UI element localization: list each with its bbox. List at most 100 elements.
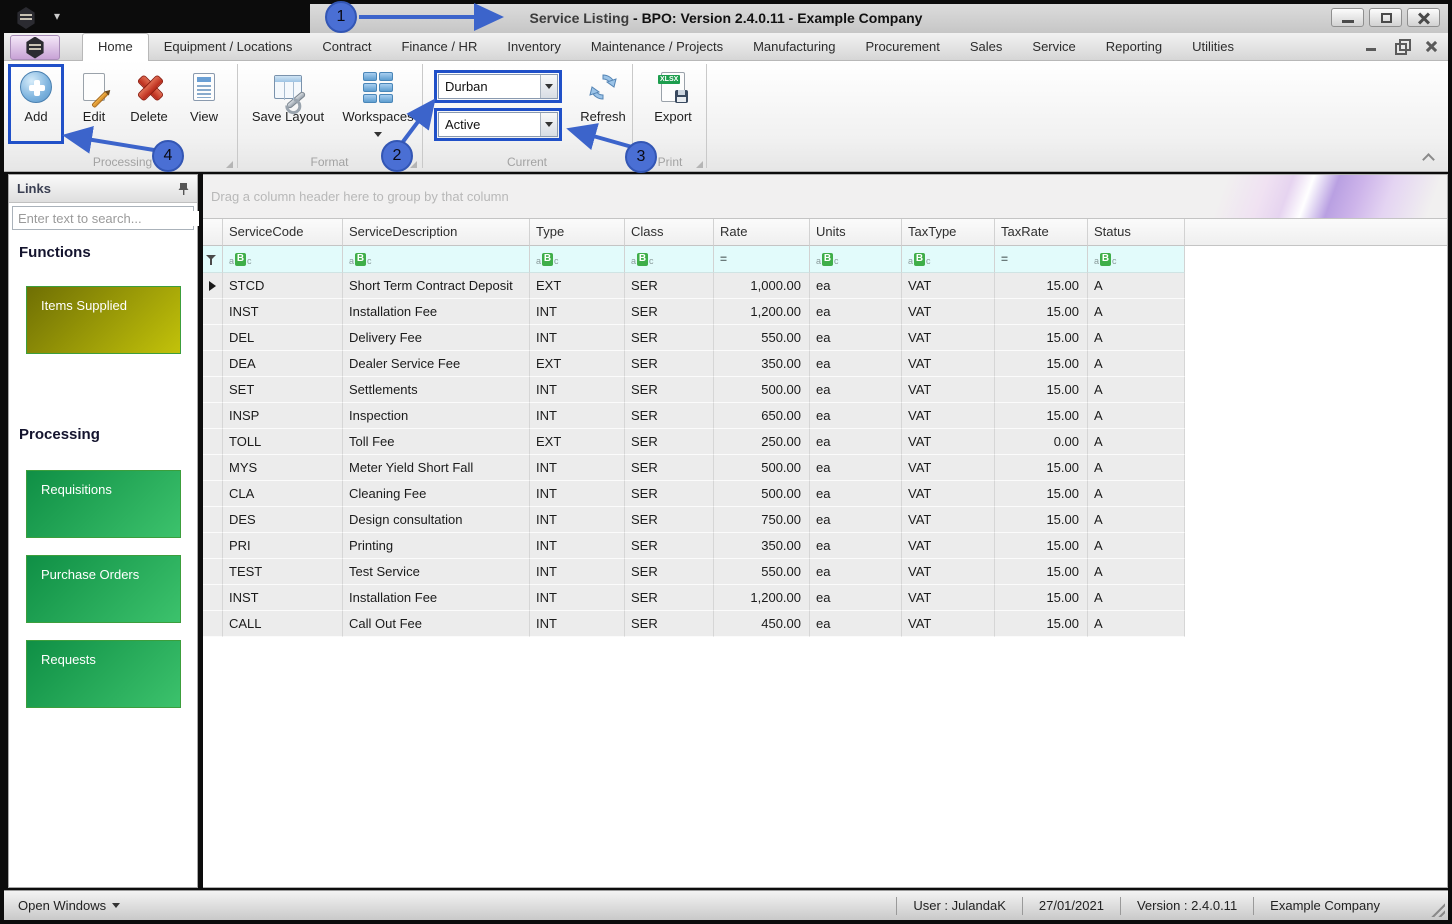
tab-manufacturing[interactable]: Manufacturing [738,33,850,61]
pin-icon[interactable] [178,182,189,195]
tab-reporting[interactable]: Reporting [1091,33,1177,61]
cell-servicedescription: Design consultation [343,507,530,533]
minimize-button[interactable] [1331,8,1364,27]
cell-units: ea [810,325,902,351]
filter-cell-class[interactable]: aBc [625,246,714,273]
table-row[interactable]: CLA Cleaning Fee INT SER 500.00 ea VAT 15.00 A [203,481,1447,507]
filter-cell-taxtype[interactable]: aBc [902,246,995,273]
group-by-bar[interactable]: Drag a column header here to group by th… [203,175,1447,219]
tab-service[interactable]: Service [1017,33,1090,61]
document-restore-icon[interactable] [1394,39,1411,55]
table-row[interactable]: DES Design consultation INT SER 750.00 ea VAT 1… [203,507,1447,533]
filter-filler [1185,246,1447,273]
row-filler [1185,377,1447,403]
sidebar-button-items-supplied[interactable]: Items Supplied [26,286,181,354]
tab-utilities[interactable]: Utilities [1177,33,1249,61]
filter-cell-type[interactable]: aBc [530,246,625,273]
abc-filter-icon: aBc [908,252,931,266]
row-filler [1185,351,1447,377]
tab-equipment-locations[interactable]: Equipment / Locations [149,33,308,61]
cell-servicecode: MYS [223,455,343,481]
window-title-page: Service Listing [529,10,630,26]
refresh-button[interactable]: Refresh [572,68,634,124]
cell-rate: 450.00 [714,611,810,637]
sidebar-button-purchase-orders[interactable]: Purchase Orders [26,555,181,623]
cell-rate: 550.00 [714,559,810,585]
cell-type: INT [530,325,625,351]
group-label-processing: Processing [92,155,153,169]
tab-procurement[interactable]: Procurement [850,33,954,61]
table-row[interactable]: STCD Short Term Contract Deposit EXT SER 1,0… [203,273,1447,299]
tab-home[interactable]: Home [82,33,149,61]
close-button[interactable] [1407,8,1440,27]
document-close-icon[interactable] [1424,39,1438,53]
table-row[interactable]: TOLL Toll Fee EXT SER 250.00 ea VAT 0.00 A [203,429,1447,455]
open-windows-button[interactable]: Open Windows [18,898,120,913]
save-layout-icon [274,75,307,110]
application-menu-button[interactable] [10,35,60,60]
view-button[interactable]: View [180,68,228,124]
filter-cell-status[interactable]: aBc [1088,246,1185,273]
resize-grip[interactable] [1429,901,1445,917]
delete-button[interactable]: Delete [122,68,176,124]
filter-cell-units[interactable]: aBc [810,246,902,273]
table-row[interactable]: DEL Delivery Fee INT SER 550.00 ea VAT 15.00 A [203,325,1447,351]
tab-sales[interactable]: Sales [955,33,1018,61]
table-row[interactable]: TEST Test Service INT SER 550.00 ea VAT 15.00 A [203,559,1447,585]
table-row[interactable]: INSP Inspection INT SER 650.00 ea VAT 15.00 A [203,403,1447,429]
status-dropdown[interactable]: Active [438,112,558,137]
row-filler [1185,585,1447,611]
equals-filter-icon[interactable]: = [995,246,1088,273]
processing-dialog-launcher-icon[interactable] [226,161,233,168]
workspaces-button[interactable]: Workspaces [336,68,420,142]
column-header-servicedescription[interactable]: ServiceDescription [343,219,530,246]
equals-filter-icon[interactable]: = [714,246,810,273]
cell-type: INT [530,481,625,507]
table-row[interactable]: DEA Dealer Service Fee EXT SER 350.00 ea VAT 15… [203,351,1447,377]
export-label: Export [654,109,692,124]
save-layout-button[interactable]: Save Layout [248,68,328,124]
search-input[interactable] [13,210,199,226]
cell-units: ea [810,351,902,377]
tab-maintenance-projects[interactable]: Maintenance / Projects [576,33,738,61]
cell-status: A [1088,611,1185,637]
row-indicator [203,429,223,455]
table-row[interactable]: INST Installation Fee INT SER 1,200.00 ea VAT 1… [203,585,1447,611]
column-header-servicecode[interactable]: ServiceCode [223,219,343,246]
tab-contract[interactable]: Contract [307,33,386,61]
sidebar-button-requisitions[interactable]: Requisitions [26,470,181,538]
column-header-taxtype[interactable]: TaxType [902,219,995,246]
tab-inventory[interactable]: Inventory [492,33,575,61]
column-header-units[interactable]: Units [810,219,902,246]
floppy-disk-icon [675,90,688,103]
branch-dropdown[interactable]: Durban [438,74,558,99]
table-row[interactable]: MYS Meter Yield Short Fall INT SER 500.00 ea V… [203,455,1447,481]
links-header: Links [9,175,197,203]
column-header-class[interactable]: Class [625,219,714,246]
branch-dropdown-arrow-icon[interactable] [540,75,557,98]
table-row[interactable]: PRI Printing INT SER 350.00 ea VAT 15.00 A [203,533,1447,559]
cell-taxrate: 15.00 [995,611,1088,637]
cell-taxtype: VAT [902,455,995,481]
add-button[interactable]: Add [13,68,59,124]
sidebar-button-requests[interactable]: Requests [26,640,181,708]
filter-cell-servicecode[interactable]: aBc [223,246,343,273]
collapse-ribbon-icon[interactable] [1422,153,1436,163]
tab-finance-hr[interactable]: Finance / HR [386,33,492,61]
export-button[interactable]: XLSX Export [642,68,704,124]
column-header-rate[interactable]: Rate [714,219,810,246]
document-minimize-icon[interactable] [1364,39,1378,53]
status-dropdown-arrow-icon[interactable] [540,113,557,136]
ribbon-tabs: Home Equipment / Locations Contract Finance… [82,33,1249,61]
table-row[interactable]: INST Installation Fee INT SER 1,200.00 ea VAT 1… [203,299,1447,325]
cell-units: ea [810,611,902,637]
column-header-status[interactable]: Status [1088,219,1185,246]
print-dialog-launcher-icon[interactable] [696,161,703,168]
column-header-taxrate[interactable]: TaxRate [995,219,1088,246]
maximize-button[interactable] [1369,8,1402,27]
edit-button[interactable]: Edit [70,68,118,124]
table-row[interactable]: CALL Call Out Fee INT SER 450.00 ea VAT 15.00 A [203,611,1447,637]
filter-cell-servicedescription[interactable]: aBc [343,246,530,273]
column-header-type[interactable]: Type [530,219,625,246]
table-row[interactable]: SET Settlements INT SER 500.00 ea VAT 15.00 A [203,377,1447,403]
